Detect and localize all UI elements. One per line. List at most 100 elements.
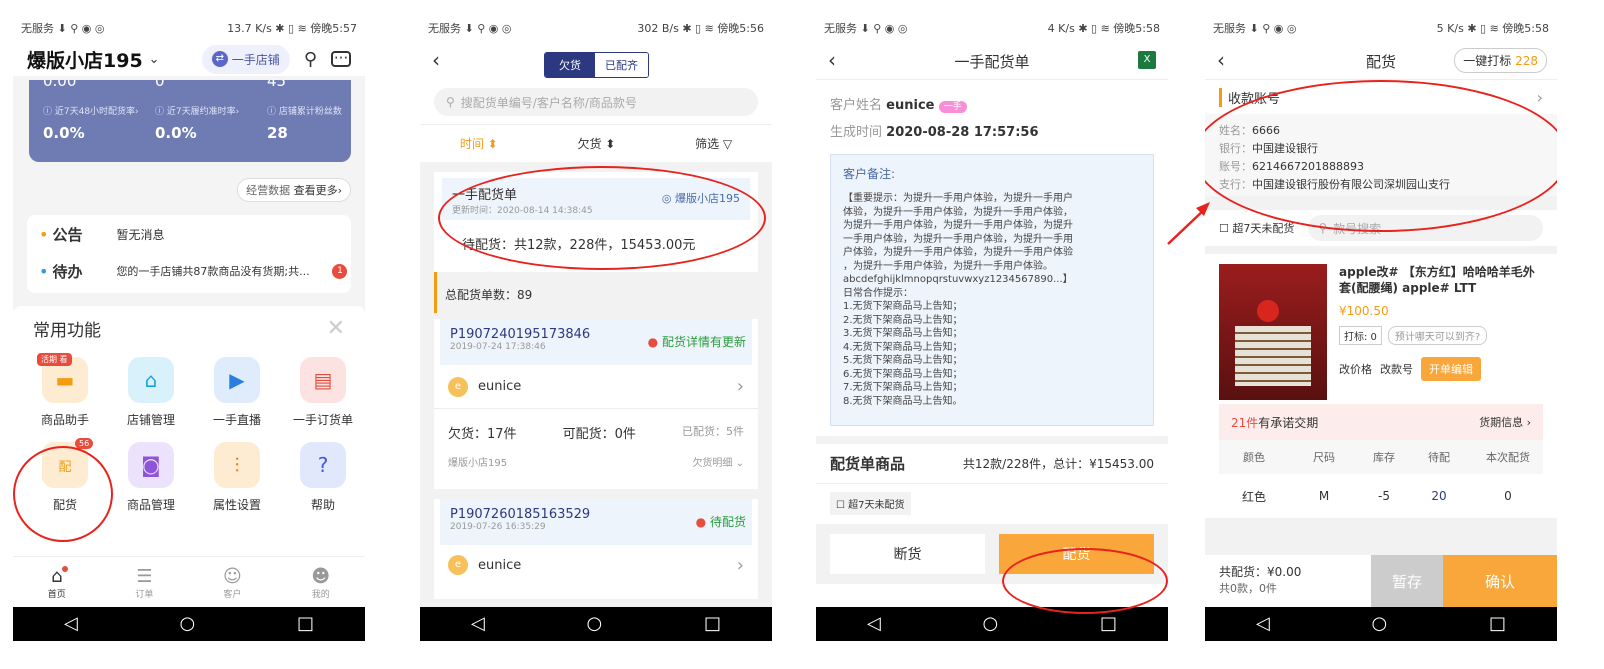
onekey-mark-button[interactable]: 一键打标 228 (1454, 48, 1547, 73)
func-goods-manage[interactable]: ◙ 商品管理 (111, 442, 191, 513)
recent-icon[interactable]: □ (704, 615, 721, 633)
func-order[interactable]: ▤ 一手订货单 (283, 357, 363, 428)
func-label: 配货 (52, 498, 77, 512)
red-dot (61, 565, 68, 572)
back-icon[interactable]: ◁ (64, 615, 78, 633)
mark-count: 打标: 0 (1339, 326, 1382, 345)
total-count: 共0款，0件 (1219, 582, 1277, 595)
back-icon[interactable]: ◁ (867, 615, 881, 633)
expect-date-button[interactable]: 预计哪天可以到齐? (1387, 326, 1488, 345)
users-icon: ☺ (223, 565, 242, 587)
overdue-filter[interactable]: ☐ 超7天未配货 (1219, 220, 1294, 236)
stat-label[interactable]: ⓘ 近7天履约准时率› (155, 104, 267, 117)
list-icon: ☰ (136, 565, 153, 587)
status-left: 无服务 ⬇ ⚲ ◉ ◎ (428, 22, 512, 35)
search-icon: ⚲ (446, 95, 455, 109)
func-goods-helper[interactable]: ▬ 活期 看 商品助手 (25, 353, 105, 428)
sort-time[interactable]: 时间 ⬍ (460, 135, 498, 152)
bottom-tab-bar: ⌂ 首页 ☰ 订单 ☺ 客户 ☻ 我的 (13, 556, 365, 608)
biz-data-link[interactable]: 经营数据 查看更多› (237, 178, 351, 202)
stat-label[interactable]: ⓘ 近7天48小时配货率› (43, 104, 155, 117)
confirm-button[interactable]: 确认 (1443, 555, 1557, 607)
edit-style-button[interactable]: 改款号 (1380, 361, 1413, 377)
sku-table-header: 颜色 尺码 库存 待配 本次配货 (1219, 440, 1543, 474)
tools-icon: ✕ (326, 316, 345, 341)
switch-shop-button[interactable]: ⇄ 一手店铺 (201, 44, 290, 74)
tab-label: 首页 (47, 589, 66, 600)
customer-label: 客户姓名 (830, 98, 883, 113)
func-distribution[interactable]: 配 56 配货 (25, 438, 105, 513)
message-icon[interactable]: ··· (331, 51, 351, 67)
todo-row[interactable]: • 待办 您的一手店铺共87款商品没有货期;共... 1 (27, 253, 351, 289)
account-number: 6214667201888893 (1252, 160, 1364, 173)
home-icon[interactable]: ○ (587, 615, 603, 633)
recent-icon[interactable]: □ (297, 615, 314, 633)
tab-home[interactable]: ⌂ 首页 (47, 565, 68, 600)
phone-home: 无服务 ⬇ ⚲ ◉ ◎ 13.7 K/s ✱ ▯ ≋ 傍晚5:57 爆版小店19… (13, 14, 365, 641)
remark-line: 户体验，为提升一手用户体验，为提升一手用户体验 (843, 247, 1073, 258)
switch-icon: ⇄ (211, 51, 228, 67)
chevron-right-icon[interactable]: › (1537, 88, 1543, 107)
seg-owed[interactable]: 欠货 (545, 53, 595, 77)
recent-icon[interactable]: □ (1489, 615, 1506, 633)
remark-line: 6.无货下架商品马上告知； (843, 368, 963, 380)
available-count: 可配货：0件 (562, 427, 636, 442)
tab-mine[interactable]: ☻ 我的 (311, 566, 330, 600)
distribute-button[interactable]: 配货 (999, 534, 1154, 574)
sort-owed[interactable]: 欠货 ⬍ (577, 135, 615, 152)
order-card[interactable]: P1907240195173846 2019-07-24 17:38:46 ● … (434, 319, 758, 489)
style-search-input[interactable]: ⚲ 款号搜索 (1308, 215, 1543, 241)
summary-card[interactable]: 一手配货单 更新时间：2020-08-14 14:38:45 ◎ 爆版小店195… (434, 172, 758, 272)
status-left: 无服务 ⬇ ⚲ ◉ ◎ (21, 22, 105, 35)
section-title: 常用功能 (33, 321, 101, 341)
func-live[interactable]: ▶ 一手直播 (197, 357, 277, 428)
todo-text: 您的一手店铺共87款商品没有货期;共... (116, 265, 310, 278)
account-branch: 中国建设银行股份有限公司深圳园山支行 (1252, 178, 1450, 191)
gen-time: 2020-08-28 17:57:56 (886, 125, 1039, 140)
stat-top: 0 (155, 80, 165, 90)
notice-row[interactable]: • 公告 暂无消息 (27, 215, 351, 253)
home-icon[interactable]: ○ (180, 615, 196, 633)
func-shop-manage[interactable]: ⌂ 店铺管理 (111, 357, 191, 428)
dot-icon: • (39, 224, 49, 244)
out-of-stock-button[interactable]: 断货 (830, 534, 985, 574)
notice-title: 公告 (52, 225, 83, 244)
overdue-filter[interactable]: ☐ 超7天未配货 (830, 492, 911, 515)
func-label: 商品管理 (126, 498, 175, 512)
shop-selector[interactable]: 爆版小店195 ⌄ (27, 46, 160, 73)
back-arrow-icon[interactable]: ‹ (432, 48, 440, 72)
qty-input[interactable]: 0 (1469, 489, 1547, 503)
remark-box: 客户备注: 【重要提示：为提升一手用户体验，为提升一手用户 体验，为提升一手用户体… (830, 154, 1154, 426)
func-label: 属性设置 (212, 498, 261, 512)
filter-button[interactable]: 筛选 ▽ (695, 135, 732, 152)
seg-done[interactable]: 已配齐 (595, 53, 648, 77)
goods-summary: 共12款/228件，总计：¥15453.00 (962, 457, 1154, 471)
order-card[interactable]: P1907260185163529 2019-07-26 16:35:29 ● … (434, 499, 758, 599)
back-icon[interactable]: ◁ (471, 615, 485, 633)
search-icon[interactable]: ⚲ (304, 49, 317, 70)
remark-line: 一手用户体验，为提升一手用户体验，为提升一手用 (843, 233, 1073, 245)
recent-icon[interactable]: □ (1100, 615, 1117, 633)
edit-price-button[interactable]: 改价格 (1339, 361, 1372, 377)
delivery-info-link: 货期信息 › (1479, 416, 1531, 429)
stats-card: 0.00 0 45 ⓘ 近7天48小时配货率› ⓘ 近7天履约准时率› ⓘ 店铺… (29, 80, 351, 162)
home-icon[interactable]: ○ (1372, 615, 1388, 633)
save-draft-button[interactable]: 暂存 (1371, 555, 1443, 607)
func-attr-settings[interactable]: ⫶ 属性设置 (197, 442, 277, 513)
search-input[interactable]: ⚲ 搜配货单编号/客户名称/商品款号 (434, 88, 758, 116)
func-label: 一手直播 (212, 413, 261, 427)
tab-order[interactable]: ☰ 订单 (135, 566, 153, 600)
home-icon[interactable]: ○ (983, 615, 999, 633)
tab-customer[interactable]: ☺ 客户 (223, 566, 242, 600)
back-icon[interactable]: ◁ (1256, 615, 1270, 633)
remark-title: 客户备注: (843, 167, 896, 181)
promise-bar[interactable]: 21件有承诺交期 货期信息 › (1219, 404, 1543, 440)
detail-link[interactable]: 欠货明细 ⌄ (692, 454, 744, 469)
excel-icon[interactable]: X (1138, 51, 1156, 69)
chevron-down-icon: ⌄ (148, 51, 160, 67)
remark-line: 5.无货下架商品马上告知； (843, 355, 963, 366)
face-icon: ☻ (311, 565, 331, 587)
phone-distribute: 无服务 ⬇ ⚲ ◉ ◎ 5 K/s ✱ ▯ ≋ 傍晚5:58 ‹ 配货 一键打标… (1205, 14, 1557, 641)
edit-order-button[interactable]: 开单编辑 (1421, 357, 1481, 381)
func-help[interactable]: ? 帮助 (283, 442, 363, 513)
